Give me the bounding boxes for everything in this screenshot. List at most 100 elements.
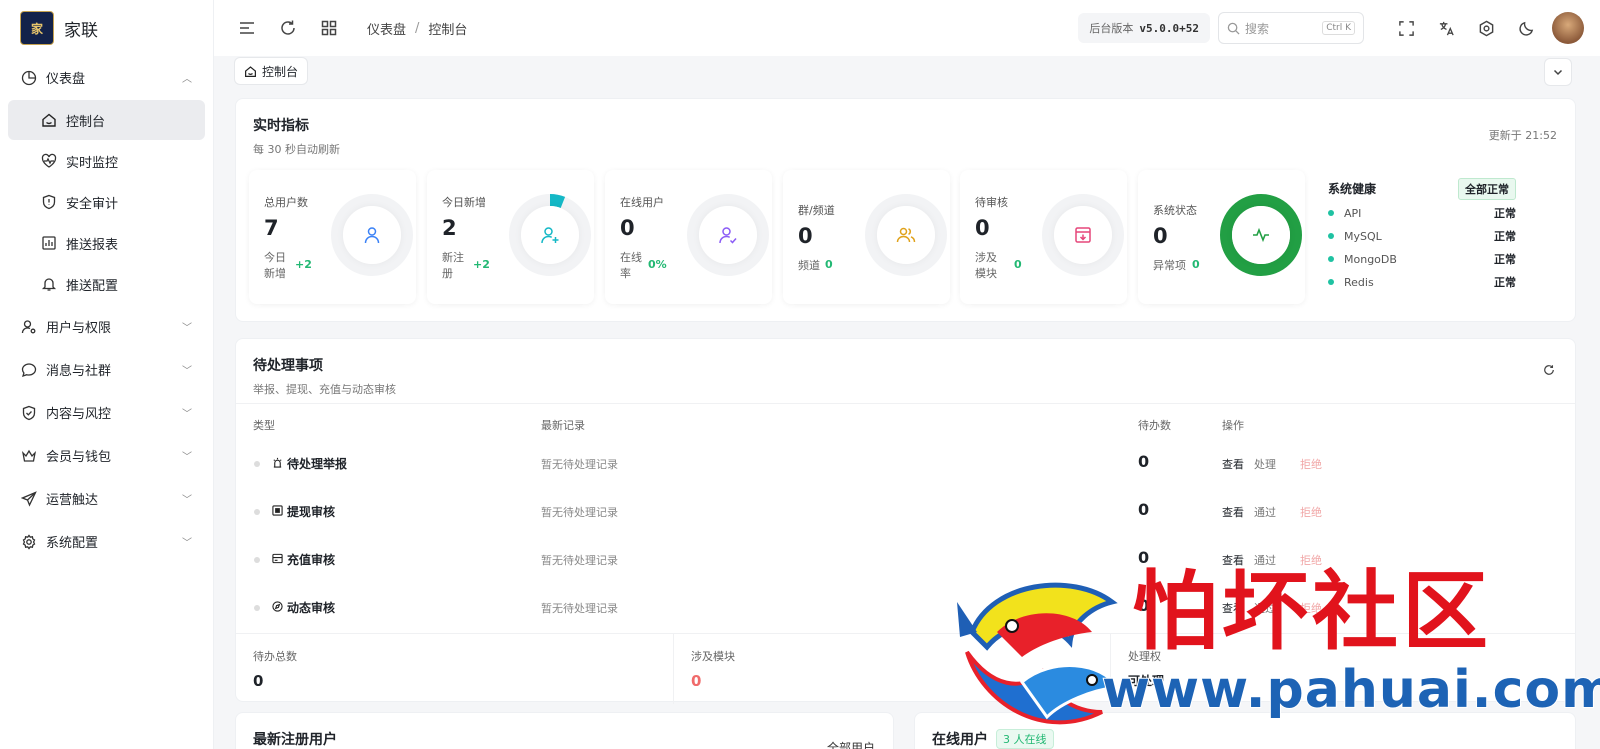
metric-pending-review[interactable]: 待审核 0 涉及模块 0	[960, 170, 1127, 304]
nav-group-system[interactable]: 系统配置 ﹀	[0, 520, 213, 563]
sidebar-item-label: 推送报表	[66, 237, 119, 253]
top-header: 仪表盘 / 控制台 后台版本 v5.0.0+52 搜索 Ctrl K	[214, 0, 1600, 56]
health-service-name: Redis	[1344, 275, 1374, 289]
chevron-down-icon: ﹀	[182, 495, 192, 506]
metric-groups[interactable]: 群/频道 0 频道 0	[783, 170, 950, 304]
user-gear-icon	[20, 318, 38, 336]
row-count: 0	[1138, 452, 1150, 471]
menu-toggle-icon[interactable]	[230, 11, 264, 45]
sidebar-item-push-config[interactable]: 推送配置	[8, 264, 205, 304]
search-placeholder: 搜索	[1245, 21, 1270, 36]
health-service-status: 正常	[1494, 207, 1516, 220]
translate-icon[interactable]	[1426, 11, 1466, 45]
all-users-link[interactable]: 全部用户	[827, 739, 875, 749]
metric-online-users[interactable]: 在线用户 0 在线率 0%	[605, 170, 772, 304]
reject-button[interactable]: 拒绝	[1300, 456, 1322, 472]
row-bullet	[254, 605, 260, 611]
tabs-more-button[interactable]	[1544, 58, 1572, 86]
row-bullet	[254, 509, 260, 515]
settings-icon[interactable]	[1466, 11, 1506, 45]
health-service-status: 正常	[1494, 253, 1516, 266]
metric-today-new[interactable]: 今日新增 2 新注册 +2	[427, 170, 594, 304]
metric-value: 0	[620, 216, 635, 240]
gear-icon	[20, 533, 38, 551]
row-latest: 暂无待处理记录	[541, 602, 618, 615]
metric-total-users[interactable]: 总用户数 7 今日新增 +2	[249, 170, 416, 304]
activity-icon	[1232, 206, 1290, 264]
row-type: 动态审核	[287, 601, 336, 615]
nav-group-label: 仪表盘	[46, 72, 86, 87]
metric-label: 群/频道	[798, 204, 835, 217]
new-users-title: 最新注册用户	[253, 732, 337, 748]
sidebar-item-label: 控制台	[66, 114, 106, 130]
users-icon	[877, 206, 935, 264]
apps-grid-icon[interactable]	[312, 11, 346, 45]
dark-mode-icon[interactable]	[1506, 11, 1546, 45]
brand-logo: 家	[20, 11, 54, 45]
row-latest: 暂无待处理记录	[541, 554, 618, 567]
metric-value: 2	[442, 216, 457, 240]
new-users-header: 最新注册用户	[253, 729, 337, 749]
nav-group-messages[interactable]: 消息与社群 ﹀	[0, 348, 213, 391]
process-button[interactable]: 处理	[1254, 456, 1276, 472]
sidebar-item-label: 安全审计	[66, 196, 119, 212]
metrics-title: 实时指标	[253, 118, 309, 134]
nav-group-operations[interactable]: 运营触达 ﹀	[0, 477, 213, 520]
watermark: 怕坏社区 www.pahuai.com	[950, 560, 1600, 749]
wallet-icon	[270, 503, 284, 517]
nav-group-dashboard[interactable]: 仪表盘 ︿	[0, 56, 213, 99]
metric-delta: +2	[473, 258, 490, 271]
tab-console[interactable]: 控制台	[234, 57, 309, 85]
user-plus-icon	[521, 206, 579, 264]
version-value: v5.0.0+52	[1139, 21, 1199, 35]
crown-icon	[20, 447, 38, 465]
tab-label: 控制台	[262, 64, 299, 79]
reject-button[interactable]: 拒绝	[1300, 504, 1322, 520]
nav-group-content[interactable]: 内容与风控 ﹀	[0, 391, 213, 434]
sidebar-item-push-report[interactable]: 推送报表	[8, 223, 205, 263]
refresh-icon[interactable]	[271, 11, 305, 45]
health-service-name: API	[1344, 206, 1362, 220]
watermark-url: www.pahuai.com	[1101, 659, 1600, 721]
bell-icon	[40, 275, 58, 293]
chevron-down-icon: ﹀	[182, 409, 192, 420]
sidebar-item-label: 推送配置	[66, 278, 119, 294]
health-row-mongodb: MongoDB 正常	[1328, 250, 1516, 268]
heart-pulse-icon	[40, 152, 58, 170]
view-button[interactable]: 查看	[1222, 504, 1244, 520]
metrics-header: 实时指标 每 30 秒自动刷新	[253, 115, 340, 157]
metric-delta: 0	[825, 258, 833, 271]
brand[interactable]: 家 家联	[0, 0, 213, 56]
status-dot	[1328, 279, 1334, 285]
summary-value: 0	[253, 672, 264, 690]
avatar[interactable]	[1552, 12, 1584, 44]
search-input[interactable]: 搜索 Ctrl K	[1218, 12, 1364, 44]
table-row: 提现审核 暂无待处理记录 0 查看 通过 拒绝	[236, 487, 1575, 535]
sidebar-item-console[interactable]: 控制台	[8, 100, 205, 140]
column-header: 最新记录	[541, 419, 585, 432]
metric-sub-label: 新注册	[442, 251, 464, 280]
nav-group-label: 运营触达	[46, 493, 99, 508]
metric-sub-label: 频道	[798, 259, 820, 272]
shield-icon	[40, 193, 58, 211]
nav-group-membership[interactable]: 会员与钱包 ﹀	[0, 434, 213, 477]
fullscreen-icon[interactable]	[1386, 11, 1426, 45]
home-icon	[40, 111, 58, 129]
metric-sub-label: 今日新增	[264, 251, 286, 280]
breadcrumb-item[interactable]: 仪表盘	[367, 19, 406, 38]
nav-group-label: 内容与风控	[46, 407, 112, 422]
breadcrumb-item-current: 控制台	[428, 22, 468, 38]
approve-button[interactable]: 通过	[1254, 504, 1276, 520]
table-header: 类型 最新记录 待办数 操作	[236, 403, 1575, 439]
sidebar-item-monitor[interactable]: 实时监控	[8, 141, 205, 181]
refresh-icon[interactable]	[1543, 364, 1555, 380]
status-dot	[1328, 256, 1334, 262]
view-button[interactable]: 查看	[1222, 456, 1244, 472]
nav-group-users[interactable]: 用户与权限 ﹀	[0, 305, 213, 348]
metric-system-status[interactable]: 系统状态 0 异常项 0	[1138, 170, 1305, 304]
metrics-subtitle: 每 30 秒自动刷新	[253, 143, 340, 156]
metric-value: 0	[975, 216, 990, 240]
metric-delta: 0	[1014, 258, 1022, 271]
sidebar-item-audit[interactable]: 安全审计	[8, 182, 205, 222]
metric-value: 7	[264, 216, 279, 240]
